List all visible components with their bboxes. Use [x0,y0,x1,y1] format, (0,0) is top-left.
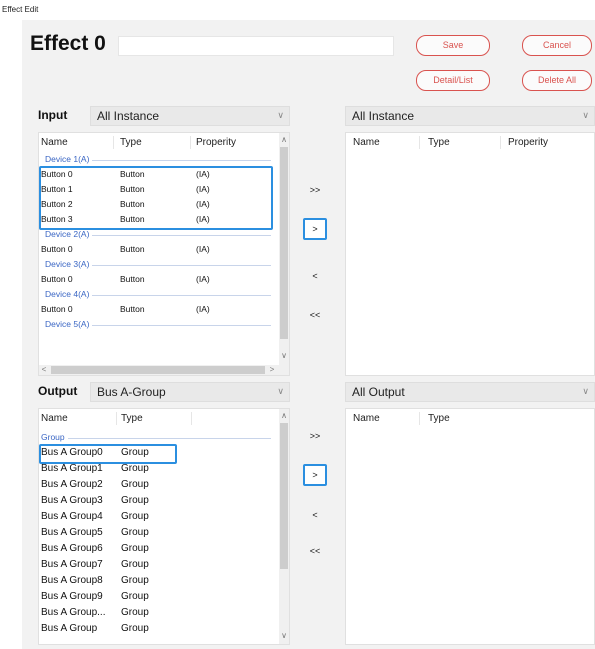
detail-list-button[interactable]: Detail/List [416,70,490,91]
output-filter-dropdown[interactable]: Bus A-Group ∨ [90,382,290,402]
column-divider [500,136,501,149]
cancel-button[interactable]: Cancel [522,35,592,56]
add-all-input-button[interactable]: >> [303,180,327,202]
column-divider [116,412,117,425]
list-item[interactable]: Bus A Group8 Group [39,572,277,588]
list-item[interactable]: Button 0 Button (IA) [39,241,277,256]
vertical-scrollbar[interactable]: ∧ ∨ [279,133,289,365]
column-divider [191,412,192,425]
effect-name-title: Effect 0 [30,32,106,55]
group-header[interactable]: Group [39,429,277,444]
vertical-scrollbar[interactable]: ∧ ∨ [279,409,289,644]
list-item[interactable]: Bus A Group9 Group [39,588,277,604]
selection-highlight [39,166,273,230]
selected-input-list[interactable]: Name Type Properity [345,132,595,376]
remove-all-input-button[interactable]: << [303,305,327,327]
column-divider [113,136,114,149]
input-list[interactable]: Name Type Properity Device 1(A) Button 0… [38,132,290,376]
selected-input-filter-value: All Instance [352,109,415,123]
scrollbar-thumb[interactable] [51,366,265,374]
selected-output-list[interactable]: Name Type [345,408,595,645]
add-all-output-button[interactable]: >> [303,426,327,448]
scroll-up-icon[interactable]: ∧ [279,135,289,144]
column-divider [419,412,420,425]
remove-input-button[interactable]: < [303,266,327,288]
column-header-type: Type [428,413,450,424]
list-item[interactable]: Bus A Group Group [39,620,277,636]
list-item[interactable]: Bus A Group5 Group [39,524,277,540]
column-header-name: Name [353,137,380,148]
selected-output-filter-dropdown[interactable]: All Output ∨ [345,382,595,402]
scroll-left-icon[interactable]: < [39,365,49,374]
column-header-property: Properity [196,137,237,148]
list-item[interactable]: Bus A Group4 Group [39,508,277,524]
scrollbar-thumb[interactable] [280,423,288,569]
remove-all-output-button[interactable]: << [303,541,327,563]
list-item[interactable]: Bus A Group7 Group [39,556,277,572]
horizontal-scrollbar[interactable]: < > [39,365,289,375]
device-group-header[interactable]: Device 3(A) [39,256,277,271]
scroll-down-icon[interactable]: ∨ [279,351,289,360]
output-filter-value: Bus A-Group [97,385,166,399]
column-header-type: Type [121,413,143,424]
remove-output-button[interactable]: < [303,505,327,527]
column-header-name: Name [41,413,68,424]
scroll-right-icon[interactable]: > [267,365,277,374]
chevron-down-icon: ∨ [277,386,284,396]
save-button[interactable]: Save [416,35,490,56]
column-header-type: Type [428,137,450,148]
column-header-name: Name [353,413,380,424]
device-group-header[interactable]: Device 5(A) [39,316,277,331]
selection-highlight [39,444,177,464]
column-divider [419,136,420,149]
chevron-down-icon: ∨ [582,386,589,396]
input-filter-value: All Instance [97,109,160,123]
chevron-down-icon: ∨ [582,110,589,120]
effect-name-field[interactable] [118,36,394,56]
selected-input-filter-dropdown[interactable]: All Instance ∨ [345,106,595,126]
add-output-button[interactable]: > [303,464,327,486]
chevron-down-icon: ∨ [277,110,284,120]
device-group-header[interactable]: Device 4(A) [39,286,277,301]
output-list[interactable]: Name Type Group Bus A Group0 Group Bus A … [38,408,290,645]
input-label: Input [38,108,68,122]
input-filter-dropdown[interactable]: All Instance ∨ [90,106,290,126]
delete-all-button[interactable]: Delete All [522,70,592,91]
list-item[interactable]: Bus A Group3 Group [39,492,277,508]
selected-output-filter-value: All Output [352,385,405,399]
list-item[interactable]: Bus A Group... Group [39,604,277,620]
window-title: Effect Edit [0,0,595,20]
column-divider [190,136,191,149]
column-header-type: Type [120,137,142,148]
column-header-name: Name [41,137,68,148]
scroll-down-icon[interactable]: ∨ [279,631,289,640]
device-group-header[interactable]: Device 1(A) [39,151,277,166]
list-item[interactable]: Button 0 Button (IA) [39,271,277,286]
scroll-up-icon[interactable]: ∧ [279,411,289,420]
output-label: Output [38,384,78,398]
add-input-button[interactable]: > [303,218,327,240]
list-item[interactable]: Bus A Group6 Group [39,540,277,556]
list-item[interactable]: Bus A Group2 Group [39,476,277,492]
scrollbar-thumb[interactable] [280,147,288,339]
column-header-property: Properity [508,137,549,148]
list-item[interactable]: Button 0 Button (IA) [39,301,277,316]
